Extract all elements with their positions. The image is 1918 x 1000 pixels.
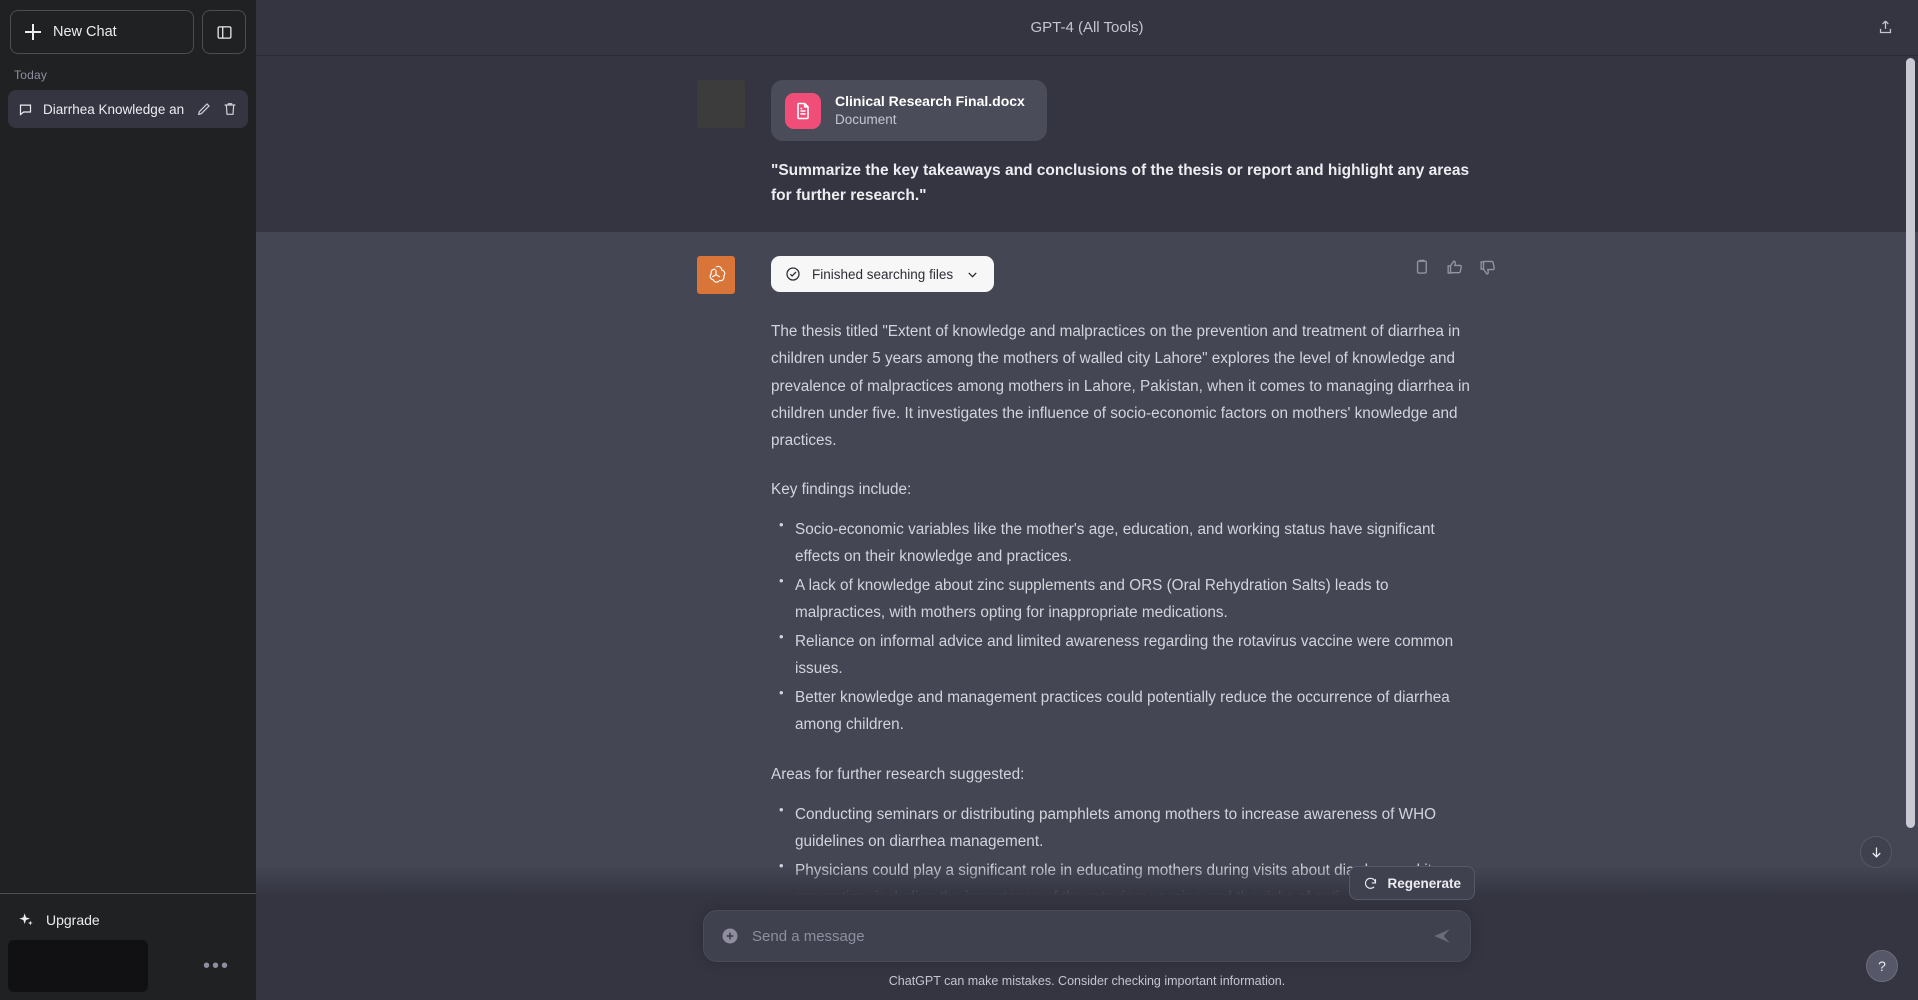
help-icon: ?: [1878, 958, 1886, 974]
sidebar-header: New Chat: [0, 0, 256, 54]
sparkle-icon: [19, 913, 33, 926]
conversation-thread[interactable]: Clinical Research Final.docx Document "S…: [256, 56, 1918, 1000]
chat-section-label: Today: [14, 68, 48, 82]
user-profile-row[interactable]: •••: [8, 940, 248, 992]
trash-icon[interactable]: [222, 101, 238, 117]
main-panel: GPT-4 (All Tools) Clinical Research Fina…: [256, 0, 1918, 1000]
sidebar-footer: Upgrade •••: [0, 893, 256, 1000]
upgrade-button[interactable]: Upgrade: [8, 902, 248, 938]
new-chat-button[interactable]: New Chat: [10, 10, 194, 54]
user-message-turn: Clinical Research Final.docx Document "S…: [256, 56, 1918, 233]
scroll-to-bottom-button[interactable]: [1860, 836, 1892, 868]
chat-list: Diarrhea Knowledge an: [0, 90, 256, 128]
file-kind: Document: [835, 111, 897, 127]
assistant-paragraph: The thesis titled "Extent of knowledge a…: [771, 323, 1470, 449]
model-title: GPT-4 (All Tools): [1030, 19, 1144, 36]
arrow-down-icon: [1871, 847, 1881, 858]
tool-status-pill[interactable]: Finished searching files: [771, 256, 995, 293]
user-message-text: "Summarize the key takeaways and conclus…: [771, 162, 1470, 204]
regenerate-button[interactable]: Regenerate: [1349, 866, 1475, 900]
disclaimer-text: ChatGPT can make mistakes. Consider chec…: [888, 974, 1286, 988]
assistant-message-turn: Finished searching files The thesis titl…: [256, 232, 1918, 938]
list-item: Reliance on informal advice and limited …: [779, 626, 1477, 683]
pencil-icon[interactable]: [196, 101, 212, 117]
panel-left-icon: [216, 25, 232, 39]
share-button[interactable]: [1870, 13, 1900, 43]
plus-circle-icon[interactable]: [720, 926, 740, 946]
send-arrow-icon: [1434, 929, 1450, 943]
list-item: A lack of knowledge about zinc supplemen…: [779, 570, 1477, 627]
tool-pill-label: Finished searching files: [812, 266, 954, 282]
assistant-avatar-column: [697, 256, 745, 914]
plus-icon: [25, 24, 41, 40]
app-root: New Chat Today Diarrhea Knowledge an Upg…: [0, 0, 1918, 1000]
key-findings-heading: Key findings include:: [771, 481, 912, 499]
ellipsis-icon[interactable]: •••: [203, 956, 248, 976]
assistant-turn-inner: Finished searching files The thesis titl…: [677, 256, 1497, 914]
send-button[interactable]: [1430, 924, 1454, 948]
thumbs-down-icon[interactable]: [1478, 258, 1497, 277]
file-type-badge: [785, 92, 821, 129]
chat-bubble-icon: [19, 104, 32, 116]
file-name: Clinical Research Final.docx: [835, 93, 1025, 109]
openai-logo-icon: [709, 265, 726, 283]
share-upload-icon: [1879, 20, 1891, 34]
regenerate-row: Regenerate: [677, 866, 1497, 900]
collapse-sidebar-button[interactable]: [202, 10, 246, 54]
message-actions: [1412, 258, 1497, 277]
user-turn-inner: Clinical Research Final.docx Document "S…: [677, 80, 1497, 208]
chevron-down-icon[interactable]: [965, 267, 980, 282]
chat-list-item[interactable]: Diarrhea Knowledge an: [8, 90, 248, 128]
regenerate-label: Regenerate: [1387, 875, 1461, 891]
refresh-icon: [1365, 877, 1377, 889]
sidebar: New Chat Today Diarrhea Knowledge an Upg…: [0, 0, 256, 1000]
document-icon: [797, 102, 809, 119]
top-bar: GPT-4 (All Tools): [256, 0, 1918, 56]
list-item: Conducting seminars or distributing pamp…: [779, 799, 1477, 856]
message-input[interactable]: [752, 927, 1418, 945]
user-profile-redacted: [8, 940, 148, 992]
list-item: Socio-economic variables like the mother…: [779, 514, 1477, 571]
list-item: Better knowledge and management practice…: [779, 682, 1477, 739]
thumbs-up-icon[interactable]: [1445, 258, 1464, 277]
file-meta: Clinical Research Final.docx Document: [835, 92, 1025, 129]
user-avatar: [697, 80, 745, 128]
assistant-message-body: Finished searching files The thesis titl…: [771, 256, 1495, 914]
chat-item-title: Diarrhea Knowledge an: [43, 101, 185, 117]
further-research-heading: Areas for further research suggested:: [771, 765, 1025, 783]
vertical-scrollbar[interactable]: [1906, 58, 1915, 828]
new-chat-label: New Chat: [53, 24, 117, 40]
file-attachment-card[interactable]: Clinical Research Final.docx Document: [771, 80, 1047, 142]
tool-pill-content: Finished searching files: [785, 266, 953, 282]
upgrade-label: Upgrade: [46, 912, 100, 928]
help-button[interactable]: ?: [1866, 950, 1898, 982]
user-avatar-column: [697, 80, 745, 208]
message-composer[interactable]: [703, 910, 1471, 962]
user-message-body: Clinical Research Final.docx Document "S…: [771, 80, 1477, 208]
copy-icon[interactable]: [1412, 258, 1431, 277]
key-findings-list: Socio-economic variables like the mother…: [771, 514, 1477, 739]
assistant-avatar: [697, 256, 735, 295]
composer-area: Regenerate ChatGPT can make mistakes. Co…: [256, 866, 1918, 1000]
check-circle-icon: [786, 267, 800, 281]
